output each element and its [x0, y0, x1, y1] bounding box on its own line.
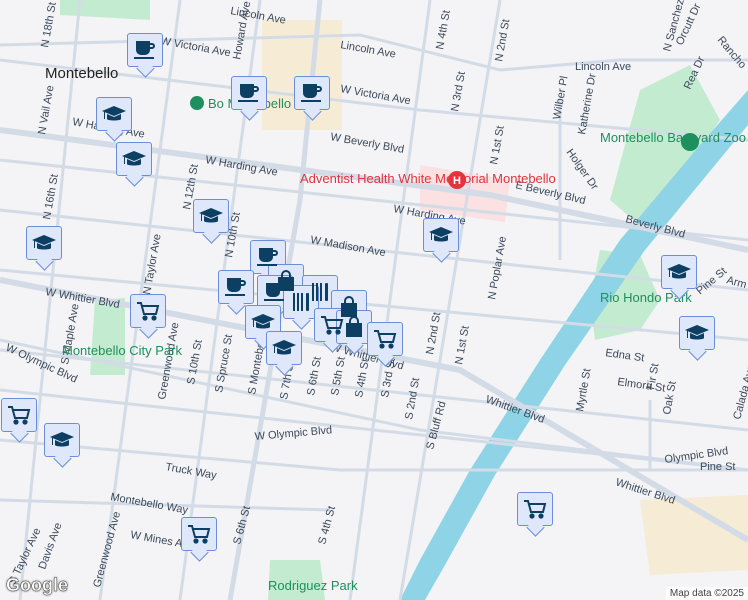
- graduation-cap-icon: [32, 235, 56, 250]
- map-attribution[interactable]: Map data ©2025: [665, 587, 748, 600]
- street-label: N Poplar Ave: [486, 235, 509, 300]
- street-label: Lincoln Ave: [575, 61, 631, 73]
- street-label: Davis Ave: [37, 521, 65, 571]
- school-marker[interactable]: [245, 305, 281, 339]
- shopping-cart-icon: [7, 406, 30, 425]
- city-label: Montebello: [45, 65, 118, 82]
- map-canvas[interactable]: Montebello Lincoln Ave Lincoln Ave Linco…: [0, 0, 748, 600]
- cart-marker[interactable]: [367, 322, 403, 356]
- shopping-cart-icon: [373, 330, 396, 349]
- shopping-cart-icon: [523, 500, 546, 519]
- street-label: W Madison Ave: [309, 234, 386, 259]
- restaurant-icon: [293, 293, 309, 311]
- street-label: Holger Dr: [564, 147, 601, 193]
- street-label: Pine St: [700, 461, 735, 473]
- street-label: N 4th St: [434, 9, 453, 50]
- paw-icon[interactable]: [681, 133, 699, 151]
- street-label: S 2nd St: [403, 377, 422, 421]
- graduation-cap-icon: [50, 432, 74, 447]
- cart-marker[interactable]: [1, 398, 37, 432]
- graduation-cap-icon: [272, 340, 296, 355]
- graduation-cap-icon: [199, 208, 223, 223]
- street-label: W Olympic Blvd: [254, 424, 332, 443]
- poi-rodriguez-park[interactable]: Rodriguez Park: [268, 578, 358, 593]
- street-label: Greenwood Ave: [156, 322, 181, 401]
- street-label: Truck Way: [164, 461, 218, 482]
- school-marker[interactable]: [679, 316, 715, 350]
- coffee-icon: [225, 278, 246, 296]
- restaurant-marker[interactable]: [283, 285, 319, 319]
- coffee-marker[interactable]: [231, 76, 267, 110]
- street-label: W Harding Ave: [204, 154, 278, 179]
- street-label: S 4th St: [353, 358, 372, 399]
- street-label: Myrtle St: [574, 368, 593, 413]
- street-label: S 6th St: [305, 356, 324, 397]
- coffee-icon: [134, 41, 155, 59]
- cart-marker[interactable]: [130, 294, 166, 328]
- school-marker[interactable]: [44, 423, 80, 457]
- coffee-marker[interactable]: [218, 270, 254, 304]
- street-label: N 3rd St: [449, 71, 468, 113]
- street-label: Montebello Way: [109, 491, 189, 517]
- hospital-icon-glyph: H: [453, 175, 461, 187]
- poi-city-park[interactable]: Montebello City Park: [62, 343, 182, 358]
- coffee-marker[interactable]: [127, 33, 163, 67]
- graduation-cap-icon: [251, 314, 275, 329]
- shopping-bag-marker[interactable]: [336, 310, 372, 344]
- street-label: Wilber Pl: [551, 75, 570, 120]
- street-label: Edna St: [605, 347, 645, 364]
- street-label: Pine St: [694, 265, 729, 297]
- cart-marker[interactable]: [181, 517, 217, 551]
- school-marker[interactable]: [423, 218, 459, 252]
- graduation-cap-icon: [102, 106, 126, 121]
- street-label: N 1st St: [453, 325, 472, 366]
- coffee-icon: [257, 248, 278, 266]
- school-marker[interactable]: [96, 97, 132, 131]
- graduation-cap-icon: [685, 325, 709, 340]
- school-marker[interactable]: [661, 255, 697, 289]
- street-label: S 10th St: [185, 339, 205, 386]
- street-label: S 5th St: [329, 356, 348, 397]
- coffee-marker[interactable]: [294, 76, 330, 110]
- street-label: W Whittier Blvd: [44, 286, 120, 311]
- graduation-cap-icon: [429, 227, 453, 242]
- street-label: N Vail Ave: [36, 84, 56, 135]
- street-label: S 6th St: [231, 505, 253, 546]
- graduation-cap-icon: [667, 264, 691, 279]
- shopping-cart-icon: [187, 525, 210, 544]
- shopping-bag-icon: [345, 316, 363, 338]
- cart-marker[interactable]: [517, 492, 553, 526]
- coffee-icon: [301, 84, 322, 102]
- poi-hospital[interactable]: Adventist Health White Memorial Montebel…: [300, 171, 556, 186]
- school-marker[interactable]: [266, 331, 302, 365]
- school-marker[interactable]: [193, 199, 229, 233]
- shopping-cart-icon: [136, 302, 159, 321]
- botanical-garden-pin-icon[interactable]: [190, 96, 204, 110]
- coffee-icon: [264, 283, 285, 301]
- school-marker[interactable]: [26, 226, 62, 260]
- street-label: W Beverly Blvd: [329, 131, 405, 156]
- street-label: Greenwood Ave: [91, 510, 123, 589]
- coffee-icon: [238, 84, 259, 102]
- street-label: N 1st St: [488, 125, 507, 166]
- school-marker[interactable]: [116, 142, 152, 176]
- street-label: N 18th St: [39, 1, 59, 48]
- street-label: S Spruce St: [213, 334, 235, 394]
- google-logo: Google: [6, 575, 69, 596]
- street-label: Rancho: [715, 34, 748, 71]
- street-label: Calada Ave: [731, 364, 748, 421]
- graduation-cap-icon: [122, 151, 146, 166]
- poi-zoo[interactable]: Montebello Barnyard Zoo: [600, 130, 746, 145]
